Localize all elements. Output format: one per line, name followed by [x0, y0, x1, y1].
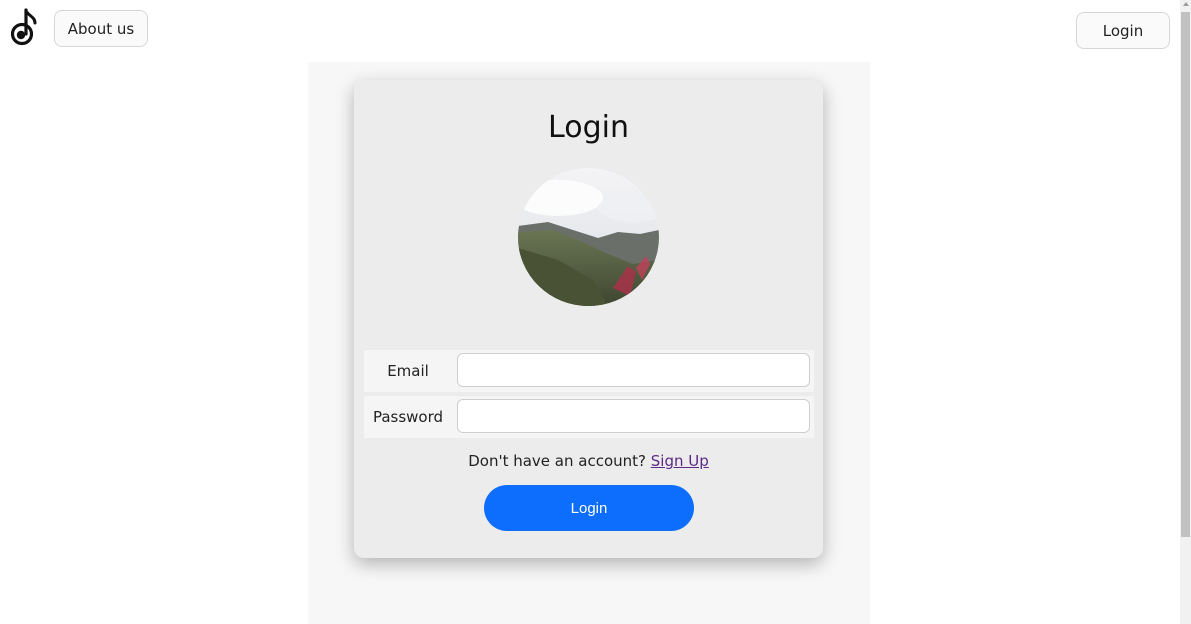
sign-up-link[interactable]: Sign Up — [651, 452, 709, 470]
page-scrollbar[interactable] — [1180, 0, 1191, 624]
music-note-logo-icon[interactable] — [8, 7, 40, 47]
main-content: Login Email Password Don't have an accou… — [308, 62, 870, 624]
password-row: Password — [364, 396, 814, 438]
login-submit-button[interactable]: Login — [484, 485, 694, 531]
scroll-up-arrow-icon[interactable] — [1183, 2, 1189, 6]
signup-prompt-text: Don't have an account? — [468, 452, 646, 470]
email-row: Email — [364, 350, 814, 392]
header-login-button[interactable]: Login — [1076, 12, 1170, 49]
signup-prompt-line: Don't have an account? Sign Up — [354, 452, 823, 470]
login-title: Login — [548, 110, 629, 145]
email-label: Email — [387, 362, 429, 380]
avatar-image — [518, 168, 659, 306]
about-us-button[interactable]: About us — [54, 10, 148, 47]
password-input[interactable] — [457, 399, 810, 433]
password-label: Password — [372, 408, 444, 426]
scrollbar-thumb[interactable] — [1181, 12, 1190, 537]
email-input[interactable] — [457, 353, 810, 387]
login-card: Login Email Password Don't have an accou… — [354, 80, 823, 558]
